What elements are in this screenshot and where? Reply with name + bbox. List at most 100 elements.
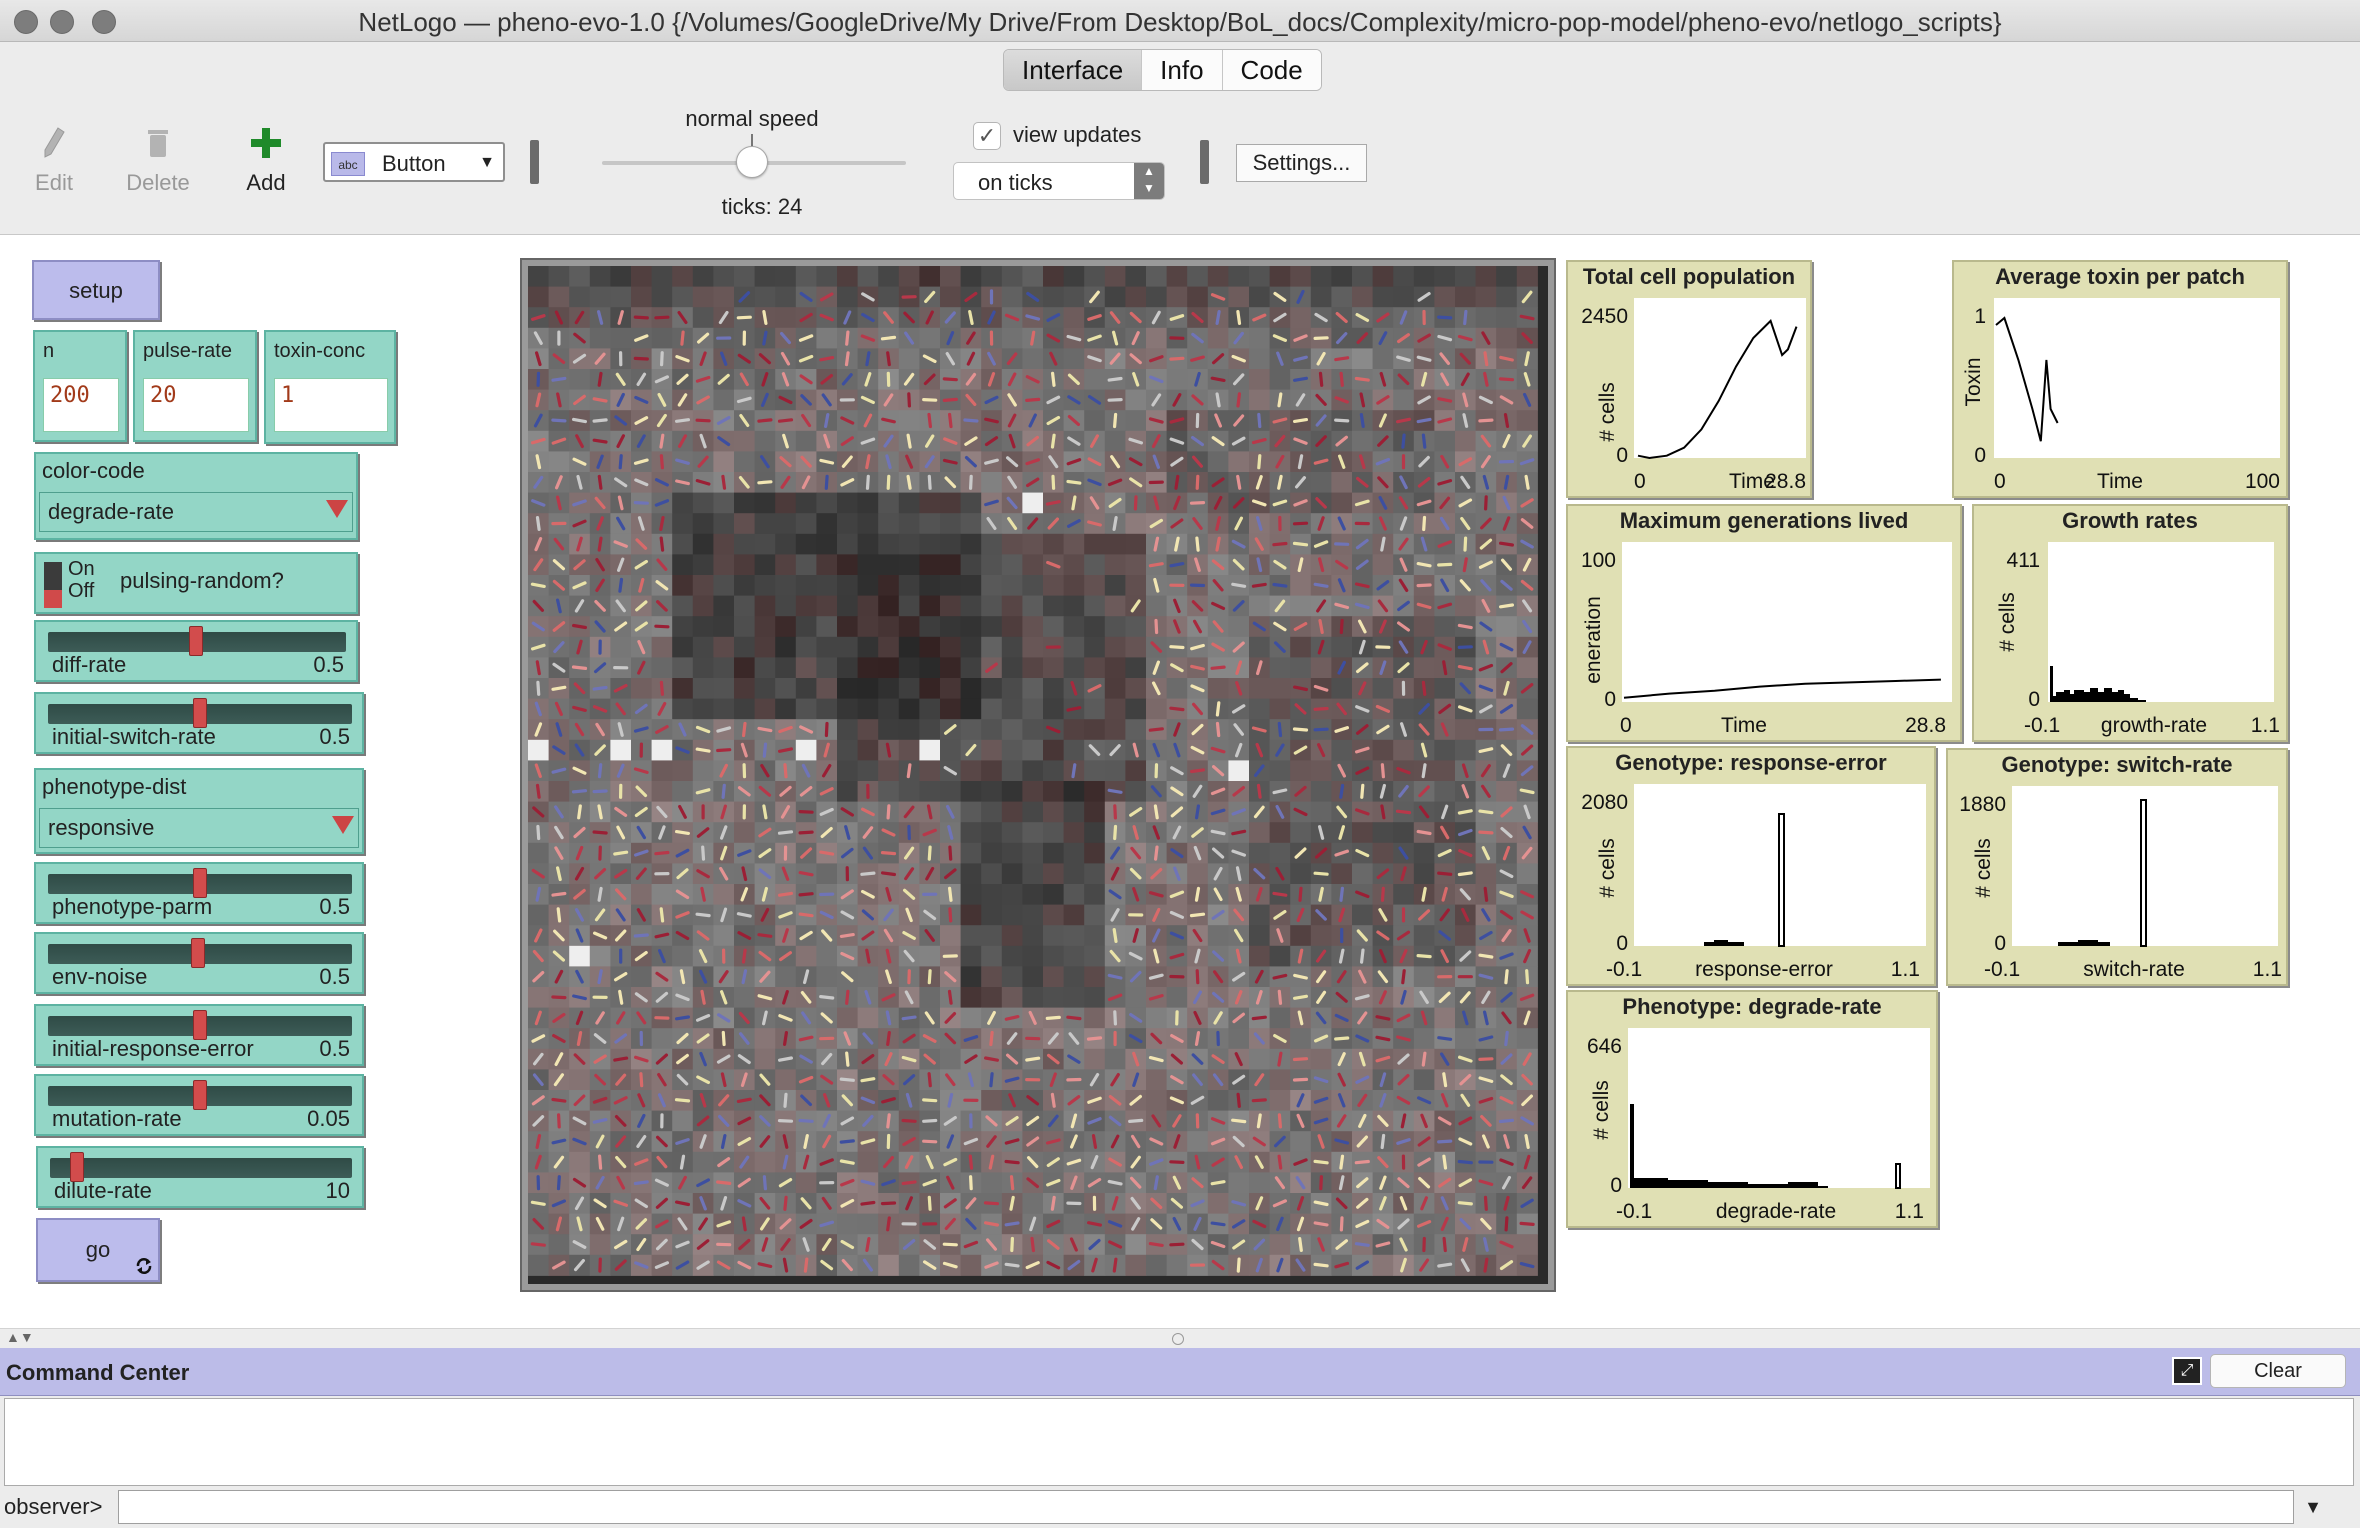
cell-agent: [1421, 886, 1427, 902]
cell-agent: [1298, 1236, 1303, 1253]
cell-agent: [1334, 356, 1350, 362]
chooser-phenotype-dist[interactable]: phenotype-dist responsive: [34, 768, 364, 854]
input-toxin-conc-field[interactable]: 1: [274, 378, 388, 432]
cell-agent: [1113, 1010, 1118, 1026]
input-pulse-rate-field[interactable]: 20: [143, 378, 249, 432]
slider-dilute-rate[interactable]: dilute-rate 10: [36, 1146, 364, 1208]
cell-agent: [1194, 804, 1201, 820]
toolbar-divider: [1200, 140, 1209, 184]
cell-agent: [1112, 516, 1118, 531]
cell-agent: [927, 474, 932, 490]
slider-track[interactable]: [50, 1158, 352, 1178]
cell-agent: [1380, 536, 1386, 552]
cell-agent: [1498, 727, 1515, 732]
cell-agent: [1457, 1159, 1473, 1165]
cell-agent: [1380, 763, 1386, 779]
command-center-splitter[interactable]: ▲▼: [0, 1328, 2360, 1348]
ticks-counter: ticks: 24: [721, 194, 803, 219]
cell-agent: [675, 418, 690, 423]
cell-agent: [984, 1056, 999, 1062]
plot-genotype-response-error-svg: 2080 0 -0.1 response-error 1.1 # cells: [1581, 784, 1926, 981]
update-mode-value: on ticks: [978, 170, 1053, 195]
history-dropdown-icon[interactable]: ▼: [2298, 1490, 2328, 1524]
switch-knob[interactable]: [44, 590, 62, 608]
slider-env-noise[interactable]: env-noise 0.5: [34, 932, 364, 994]
view-updates-checkbox[interactable]: ✓: [973, 122, 1001, 150]
cell-agent: [1313, 871, 1329, 876]
cell-agent: [922, 1098, 938, 1103]
slider-initial-response-error[interactable]: initial-response-error 0.5: [34, 1004, 364, 1066]
cell-agent: [1401, 433, 1406, 449]
delete-tool[interactable]: Delete: [124, 126, 192, 196]
plot-growth-rates-svg: 411 0 -0.1 growth-rate 1.1 # cells: [1996, 542, 2280, 737]
cell-agent: [948, 886, 953, 902]
highlight-patch: [1228, 760, 1249, 781]
slider-knob[interactable]: [191, 938, 205, 968]
cell-agent: [969, 1175, 973, 1191]
cell-agent: [1153, 845, 1159, 861]
cell-agent: [1380, 804, 1386, 820]
plot-title: Average toxin per patch: [1995, 264, 2245, 289]
main-tabs: Interface Info Code: [1003, 49, 1322, 91]
cell-agent: [783, 763, 788, 779]
world-view[interactable]: [520, 258, 1556, 1292]
cell-agent: [1195, 536, 1200, 552]
chooser-color-code[interactable]: color-code degrade-rate: [34, 452, 358, 540]
settings-button[interactable]: Settings...: [1236, 144, 1367, 182]
x-max-label: 1.1: [1891, 958, 1920, 981]
add-tool[interactable]: Add: [240, 126, 292, 196]
edit-tool[interactable]: Edit: [28, 126, 80, 196]
cell-agent: [1416, 562, 1432, 568]
go-button[interactable]: go: [36, 1218, 160, 1282]
cell-agent: [860, 871, 876, 876]
input-n-field[interactable]: 200: [43, 378, 119, 432]
clear-button[interactable]: Clear: [2210, 1354, 2346, 1388]
update-mode-select[interactable]: on ticks ▲ ▼: [953, 162, 1165, 200]
cell-agent: [1380, 1133, 1386, 1150]
expand-icon[interactable]: ⤢: [2172, 1357, 2202, 1385]
command-input[interactable]: [118, 1490, 2294, 1524]
plot-phenotype-degrade-rate: 646 0 -0.1 degrade-rate 1.1 # cells Phen…: [1566, 990, 1938, 1228]
slider-initial-switch-rate[interactable]: initial-switch-rate 0.5: [34, 692, 364, 754]
cell-agent: [1416, 829, 1432, 836]
cell-agent: [927, 969, 932, 985]
cell-agent: [1256, 1113, 1262, 1129]
plot-total-cell-population-svg: 2450 0 0 Time 28.8 # cells: [1581, 298, 1806, 493]
chooser-color-code-value[interactable]: degrade-rate: [39, 492, 353, 532]
plot-total-cell-population: 2450 0 0 Time 28.8 # cells Total cell po…: [1566, 260, 1812, 498]
cell-agent: [865, 454, 871, 470]
y-min-label: 0: [1604, 688, 1616, 711]
collapse-arrows-icon[interactable]: ▲▼: [6, 1329, 34, 1345]
tab-info[interactable]: Info: [1142, 50, 1223, 90]
slider-phenotype-parm[interactable]: phenotype-parm 0.5: [34, 862, 364, 924]
setup-button[interactable]: setup: [32, 260, 160, 320]
slider-mutation-rate[interactable]: mutation-rate 0.05: [34, 1074, 364, 1136]
slider-name: env-noise: [52, 964, 148, 989]
cell-agent: [660, 351, 664, 367]
cell-agent: [1071, 763, 1077, 779]
tab-code[interactable]: Code: [1222, 50, 1321, 90]
tab-interface[interactable]: Interface: [1004, 50, 1143, 90]
slider-diff-rate[interactable]: diff-rate 0.5: [34, 620, 358, 682]
slider-knob[interactable]: [193, 1080, 207, 1110]
slider-knob[interactable]: [189, 626, 203, 656]
chooser-phenotype-dist-value[interactable]: responsive: [39, 808, 359, 848]
cell-agent: [757, 418, 773, 423]
cell-agent: [654, 624, 670, 629]
cell-agent: [633, 1180, 649, 1186]
input-n: n 200: [33, 330, 127, 442]
plot-title: Genotype: response-error: [1615, 750, 1887, 775]
splitter-handle[interactable]: [1172, 1333, 1184, 1345]
plot-title: Maximum generations lived: [1619, 508, 1909, 533]
widget-type-select[interactable]: abc Button ▼: [323, 142, 505, 182]
cell-agent: [1478, 1057, 1494, 1062]
cell-agent: [1251, 1015, 1267, 1021]
cell-agent: [762, 742, 768, 758]
switch-pulsing-random[interactable]: On Off pulsing-random?: [34, 552, 358, 614]
input-toxin-conc-label: toxin-conc: [274, 340, 366, 362]
speed-slider-thumb[interactable]: [736, 146, 768, 178]
cell-agent: [618, 454, 623, 470]
cell-agent: [1478, 953, 1494, 959]
world-canvas[interactable]: [528, 266, 1548, 1284]
cell-agent: [571, 623, 588, 630]
